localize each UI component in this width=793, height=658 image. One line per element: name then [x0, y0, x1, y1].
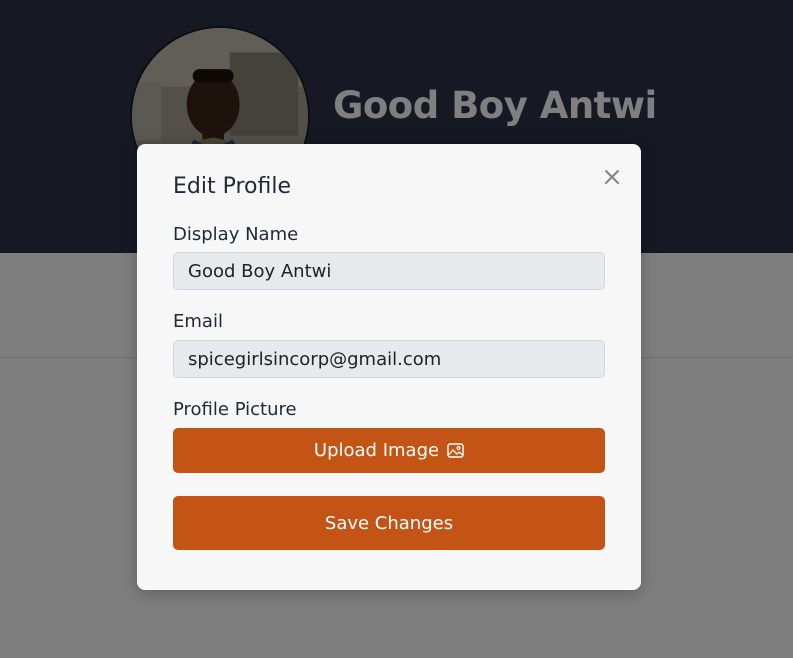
modal-title: Edit Profile — [173, 174, 292, 199]
display-name-label: Display Name — [173, 224, 299, 245]
edit-profile-modal: Edit Profile Display Name Email Profile … — [137, 144, 641, 590]
upload-image-label: Upload Image — [313, 440, 440, 461]
profile-picture-label: Profile Picture — [173, 399, 297, 420]
save-changes-button[interactable]: Save Changes — [173, 496, 605, 550]
upload-image-button[interactable]: Upload Image — [173, 428, 605, 473]
display-name-input[interactable] — [173, 252, 605, 290]
close-button[interactable] — [599, 164, 625, 190]
image-icon — [447, 443, 464, 458]
close-icon — [605, 170, 619, 184]
save-changes-label: Save Changes — [324, 512, 454, 534]
email-input[interactable] — [173, 340, 605, 378]
email-label: Email — [173, 311, 223, 332]
